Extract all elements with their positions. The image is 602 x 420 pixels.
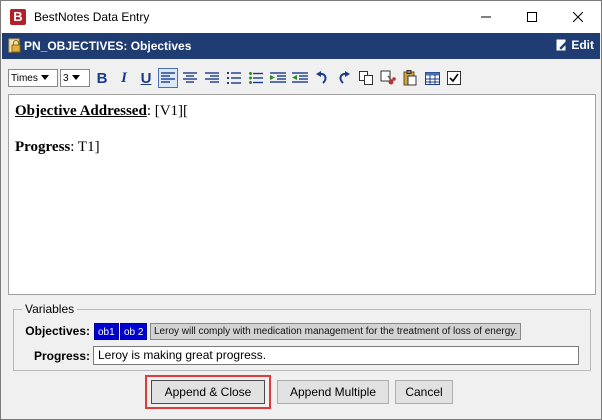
bold-button[interactable]: B — [92, 68, 112, 88]
append-close-button[interactable]: Append & Close — [151, 380, 265, 404]
rich-text-editor[interactable]: Objective Addressed: [V1][ Progress: T1] — [8, 94, 596, 295]
chevron-down-icon — [40, 75, 49, 80]
align-left-icon — [161, 72, 175, 83]
paste-icon — [403, 70, 417, 86]
font-size-select[interactable]: 3 — [60, 69, 90, 87]
align-right-icon — [205, 72, 219, 83]
maximize-button[interactable] — [509, 1, 555, 33]
insert-table-button[interactable] — [422, 68, 442, 88]
numbered-list-icon — [227, 72, 241, 84]
undo-icon — [316, 71, 327, 84]
progress-value: : T1] — [70, 139, 100, 155]
copy-button[interactable] — [356, 68, 376, 88]
form-header: PN_OBJECTIVES: Objectives Edit — [2, 33, 600, 59]
align-center-icon — [183, 72, 197, 83]
editor-line-progress: Progress: T1] — [15, 138, 589, 156]
append-multiple-button[interactable]: Append Multiple — [277, 380, 389, 404]
window-title: BestNotes Data Entry — [34, 10, 150, 24]
close-icon — [573, 12, 583, 22]
objectives-label: Objectives: — [25, 324, 90, 338]
variables-legend: Variables — [22, 302, 78, 316]
pencil-icon — [556, 39, 569, 51]
minimize-icon — [481, 16, 491, 18]
align-right-button[interactable] — [202, 68, 222, 88]
align-left-button[interactable] — [158, 68, 178, 88]
italic-button[interactable]: I — [114, 68, 134, 88]
bulleted-list-icon — [249, 72, 263, 84]
objective-addressed-value: : [V1][ — [146, 103, 189, 119]
undo-button[interactable] — [312, 68, 332, 88]
copy-icon — [359, 71, 373, 85]
bulleted-list-button[interactable] — [246, 68, 266, 88]
checkbox-icon — [447, 71, 461, 85]
close-button[interactable] — [555, 1, 601, 33]
cut-button[interactable] — [378, 68, 398, 88]
progress-input[interactable]: Leroy is making great progress. — [93, 346, 579, 365]
objective-text[interactable]: Leroy will comply with medication manage… — [150, 323, 522, 340]
redo-icon — [339, 71, 350, 84]
objective-chip-ob1[interactable]: ob1 — [94, 323, 119, 340]
underline-button[interactable]: U — [136, 68, 156, 88]
progress-field-label: Progress: — [33, 349, 90, 363]
cancel-button[interactable]: Cancel — [395, 380, 453, 404]
redo-button[interactable] — [334, 68, 354, 88]
format-toolbar: Times 3 B I U — [8, 65, 596, 91]
minimize-button[interactable] — [463, 1, 509, 33]
chevron-down-icon — [71, 75, 80, 80]
paste-button[interactable] — [400, 68, 420, 88]
numbered-list-button[interactable] — [224, 68, 244, 88]
outdent-button[interactable] — [290, 68, 310, 88]
insert-checkbox-button[interactable] — [444, 68, 464, 88]
document-lock-icon — [8, 38, 21, 53]
progress-label: Progress — [15, 139, 71, 155]
edit-button[interactable]: Edit — [556, 38, 594, 52]
form-title: PN_OBJECTIVES: Objectives — [24, 39, 192, 53]
table-icon — [424, 71, 440, 85]
indent-icon — [270, 72, 286, 83]
indent-button[interactable] — [268, 68, 288, 88]
editor-line-objective: Objective Addressed: [V1][ — [15, 102, 589, 120]
objective-chip-ob2[interactable]: ob 2 — [120, 323, 148, 340]
font-family-select[interactable]: Times — [8, 69, 58, 87]
edit-label: Edit — [571, 38, 594, 52]
variables-group: Variables Objectives: ob1 ob 2 Leroy wil… — [13, 302, 591, 371]
cut-icon — [380, 70, 396, 85]
font-family-value: Times — [11, 72, 38, 84]
align-center-button[interactable] — [180, 68, 200, 88]
outdent-icon — [292, 72, 308, 83]
font-size-value: 3 — [63, 72, 69, 84]
objective-addressed-label: Objective Addressed — [15, 103, 147, 119]
dialog-window: B BestNotes Data Entry PN_OBJECTIVES: Ob… — [0, 0, 602, 420]
maximize-icon — [527, 12, 537, 22]
title-bar: B BestNotes Data Entry — [1, 1, 601, 33]
bestnotes-logo-icon: B — [10, 9, 26, 25]
